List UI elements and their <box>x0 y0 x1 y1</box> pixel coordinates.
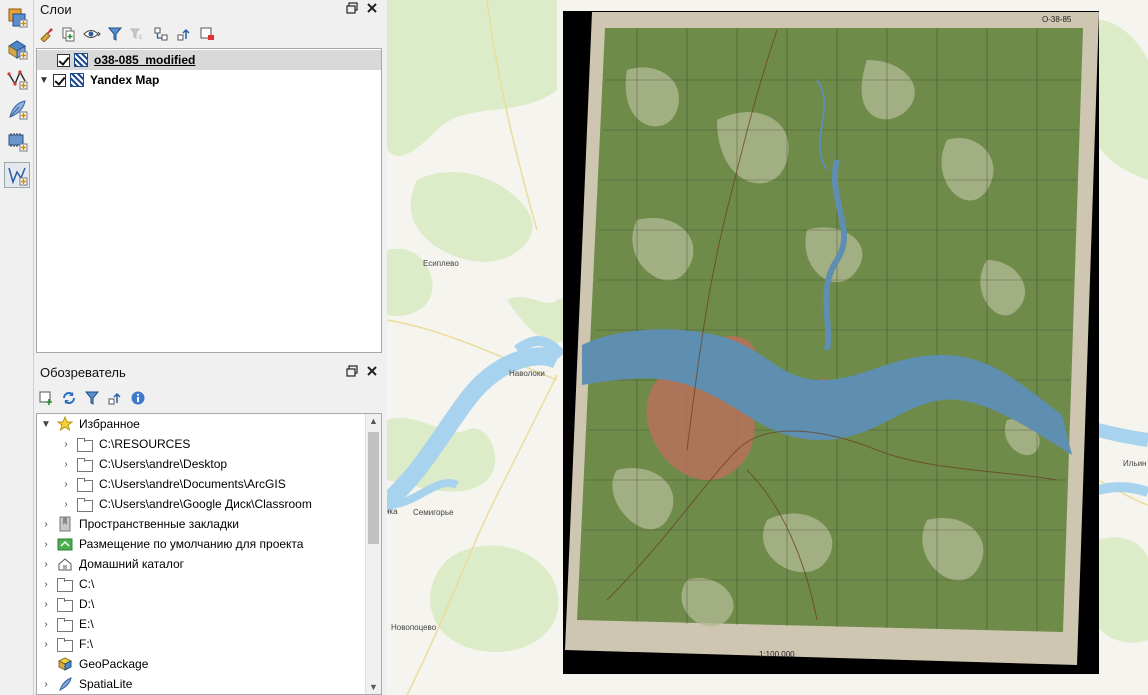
float-panel-icon[interactable] <box>346 365 358 380</box>
browser-item-spatialite[interactable]: › SpatiaLite <box>39 674 132 694</box>
layer-row-o38-085-modified[interactable]: o38-085_modified <box>37 50 381 70</box>
layer-row-yandex-map[interactable]: ▼ Yandex Map <box>37 70 381 90</box>
chevron-right-icon[interactable]: › <box>59 499 73 510</box>
map-canvas[interactable]: Есиплево Наволоки нка Семигорье Новопоце… <box>387 0 1148 695</box>
place-label: Есиплево <box>423 259 459 268</box>
folder-icon <box>57 637 73 652</box>
chevron-right-icon[interactable]: › <box>39 619 53 630</box>
layers-toolbar: ε <box>36 23 217 45</box>
bookmark-icon <box>57 516 73 532</box>
layer-name: Yandex Map <box>90 73 160 87</box>
chevron-down-icon[interactable]: ▼ <box>37 75 51 86</box>
folder-icon <box>77 437 93 452</box>
add-selected-layers-icon[interactable] <box>36 388 56 408</box>
browser-panel-title: Обозреватель <box>40 365 126 380</box>
chevron-right-icon[interactable]: › <box>59 439 73 450</box>
filter-expression-icon: ε <box>128 24 148 44</box>
filter-icon[interactable] <box>105 24 125 44</box>
expand-all-icon[interactable] <box>151 24 171 44</box>
geopackage-icon <box>57 656 73 672</box>
place-label: Наволоки <box>509 369 545 378</box>
place-label: нка <box>387 507 398 516</box>
place-label: Новопоцево <box>391 623 437 632</box>
spatialite-icon <box>57 676 73 692</box>
browser-item-spatial-bookmarks[interactable]: › Пространственные закладки <box>39 514 239 534</box>
browser-tree: ▼ Избранное › C:\RESOURCES › C:\Users\an… <box>36 413 382 695</box>
chevron-right-icon[interactable]: › <box>39 559 53 570</box>
browser-item-folder[interactable]: › C:\Users\andre\Desktop <box>59 454 227 474</box>
browser-item-geopackage[interactable]: GeoPackage <box>39 654 148 674</box>
chevron-right-icon[interactable]: › <box>39 599 53 610</box>
browser-panel: Обозреватель ▼ Избранное › C:\RESOURCES … <box>34 360 384 695</box>
refresh-icon[interactable] <box>59 388 79 408</box>
chevron-right-icon[interactable]: › <box>39 539 53 550</box>
folder-icon <box>57 577 73 592</box>
chevron-right-icon[interactable]: › <box>39 519 53 530</box>
feather-pen-icon[interactable] <box>4 96 30 122</box>
project-home-icon <box>57 536 73 552</box>
add-virtual-layer-icon[interactable] <box>4 162 30 188</box>
add-group-icon[interactable] <box>59 24 79 44</box>
browser-item-home[interactable]: › Домашний каталог <box>39 554 184 574</box>
place-label: Семигорье <box>413 508 454 517</box>
close-icon[interactable] <box>366 365 378 380</box>
chevron-right-icon[interactable]: › <box>59 479 73 490</box>
browser-item-drive[interactable]: › F:\ <box>39 634 93 654</box>
scan-scale-text: 1:100 000 <box>759 650 795 659</box>
place-label: Ильин <box>1123 459 1146 468</box>
star-icon <box>57 416 73 432</box>
float-panel-icon[interactable] <box>346 2 358 17</box>
chevron-up-icon[interactable]: ▲ <box>369 416 378 426</box>
left-toolbar <box>0 0 34 695</box>
map-svg: Есиплево Наволоки нка Семигорье Новопоце… <box>387 0 1148 695</box>
browser-item-favorites[interactable]: ▼ Избранное <box>39 414 140 434</box>
browser-item-drive[interactable]: › D:\ <box>39 594 94 614</box>
folder-icon <box>77 497 93 512</box>
scroll-thumb[interactable] <box>368 432 379 544</box>
layer-visibility-checkbox[interactable] <box>57 53 70 67</box>
chevron-right-icon[interactable]: › <box>39 679 53 690</box>
layers-panel-title: Слои <box>40 2 72 17</box>
folder-icon <box>57 597 73 612</box>
eye-icon[interactable] <box>82 24 102 44</box>
home-icon <box>57 556 73 572</box>
chevron-right-icon[interactable]: › <box>39 639 53 650</box>
layers-panel: Слои ε o38-085_modified ▼ Yandex Map <box>34 0 384 357</box>
remove-layer-icon[interactable] <box>197 24 217 44</box>
add-wcs-layer-icon[interactable] <box>4 128 30 154</box>
add-raster-layer-icon[interactable] <box>4 36 30 62</box>
browser-scrollbar[interactable]: ▲ ▼ <box>365 414 381 694</box>
digitize-icon[interactable] <box>4 66 30 92</box>
filter-icon[interactable] <box>82 388 102 408</box>
browser-item-drive[interactable]: › E:\ <box>39 614 94 634</box>
raster-layer-icon <box>74 53 88 67</box>
folder-icon <box>77 477 93 492</box>
chevron-down-icon[interactable]: ▼ <box>39 419 53 430</box>
raster-layer-icon <box>70 73 84 87</box>
layer-visibility-checkbox[interactable] <box>53 73 66 87</box>
close-icon[interactable] <box>366 2 378 17</box>
info-icon[interactable] <box>128 388 148 408</box>
folder-icon <box>57 617 73 632</box>
browser-item-folder[interactable]: › C:\Users\andre\Documents\ArcGIS <box>59 474 286 494</box>
add-vector-layer-icon[interactable] <box>4 4 30 30</box>
style-brush-icon[interactable] <box>36 24 56 44</box>
browser-item-folder[interactable]: › C:\RESOURCES <box>59 434 190 454</box>
browser-toolbar <box>36 387 148 409</box>
chevron-down-icon[interactable]: ▼ <box>369 682 378 692</box>
layer-tree: o38-085_modified ▼ Yandex Map <box>36 48 382 353</box>
collapse-all-icon[interactable] <box>174 24 194 44</box>
layer-name: o38-085_modified <box>94 53 196 67</box>
chevron-right-icon[interactable]: › <box>39 579 53 590</box>
folder-icon <box>77 457 93 472</box>
chevron-right-icon[interactable]: › <box>59 459 73 470</box>
svg-text:ε: ε <box>139 32 143 41</box>
browser-item-drive[interactable]: › C:\ <box>39 574 94 594</box>
scan-sheet-code: O-38-85 <box>1042 15 1072 24</box>
browser-item-project-home[interactable]: › Размещение по умолчанию для проекта <box>39 534 303 554</box>
browser-item-folder[interactable]: › C:\Users\andre\Google Диск\Classroom <box>59 494 312 514</box>
collapse-all-icon[interactable] <box>105 388 125 408</box>
